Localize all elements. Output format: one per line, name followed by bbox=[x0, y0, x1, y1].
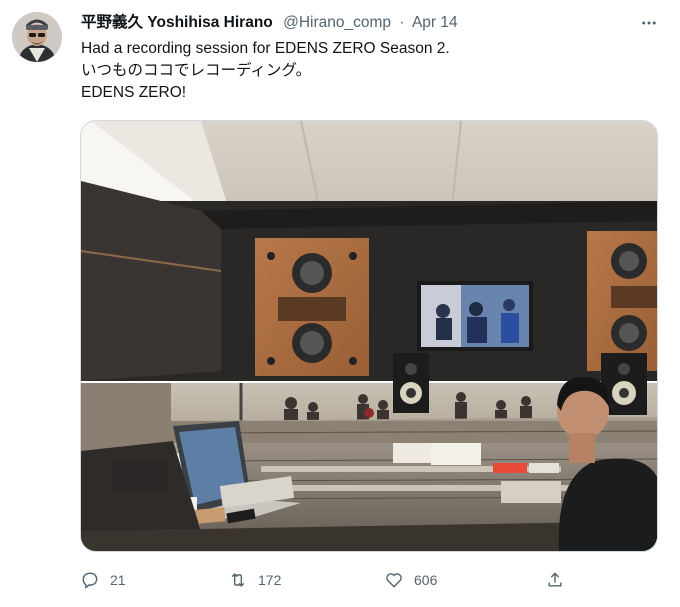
tweet-header: 平野義久 Yoshihisa Hirano @Hirano_comp · Apr… bbox=[81, 13, 458, 33]
tweet: 平野義久 Yoshihisa Hirano @Hirano_comp · Apr… bbox=[0, 0, 680, 607]
tweet-text: Had a recording session for EDENS ZERO S… bbox=[81, 38, 450, 104]
tweet-text-line: Had a recording session for EDENS ZERO S… bbox=[81, 40, 450, 57]
heart-icon bbox=[386, 573, 402, 588]
share-icon bbox=[548, 572, 562, 587]
tweet-date[interactable]: Apr 14 bbox=[412, 14, 458, 31]
retweet-count: 172 bbox=[258, 572, 282, 588]
retweet-button[interactable]: 172 bbox=[228, 566, 281, 594]
tweet-actions: 21 172 606 bbox=[80, 566, 580, 594]
retweet-icon bbox=[231, 573, 245, 587]
tweet-photo[interactable] bbox=[80, 120, 658, 552]
studio-photo bbox=[81, 121, 657, 551]
reply-button[interactable]: 21 bbox=[80, 566, 126, 594]
separator-dot: · bbox=[399, 14, 405, 31]
avatar-image bbox=[12, 12, 62, 62]
tweet-text-line: EDENS ZERO! bbox=[81, 84, 187, 101]
reply-count: 21 bbox=[110, 572, 126, 588]
tweet-text-line: いつものココでレコーディング。 bbox=[81, 62, 312, 79]
display-name[interactable]: 平野義久 Yoshihisa Hirano bbox=[81, 14, 273, 31]
share-button[interactable] bbox=[545, 566, 565, 594]
like-count: 606 bbox=[414, 572, 438, 588]
more-button[interactable] bbox=[636, 10, 662, 36]
user-handle[interactable]: @Hirano_comp bbox=[283, 14, 391, 31]
more-horizontal-icon bbox=[642, 21, 656, 25]
like-button[interactable]: 606 bbox=[384, 566, 437, 594]
avatar[interactable] bbox=[12, 12, 62, 62]
reply-icon bbox=[82, 572, 98, 589]
